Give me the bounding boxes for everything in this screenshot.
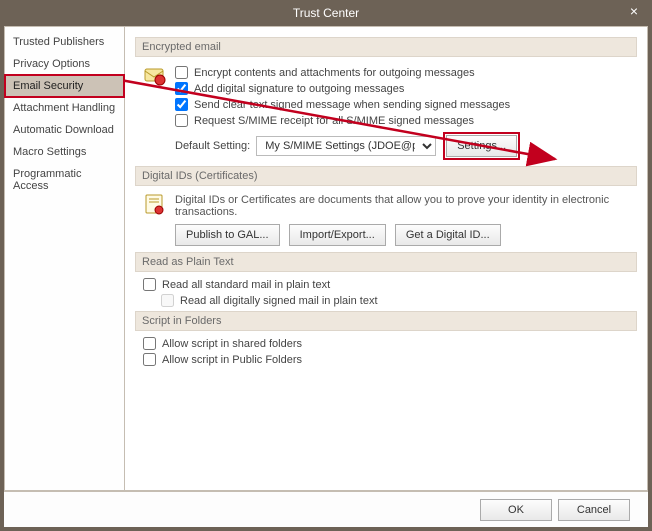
checkbox-encrypt[interactable]: [175, 66, 188, 79]
ok-button[interactable]: OK: [480, 499, 552, 521]
sidebar-item-trusted-publishers[interactable]: Trusted Publishers: [5, 31, 124, 53]
checkbox-script-shared[interactable]: [143, 337, 156, 350]
group-read-plain-text: Read as Plain Text: [135, 252, 637, 272]
dialog-body: Trusted Publishers Privacy Options Email…: [4, 26, 648, 527]
label-encrypt: Encrypt contents and attachments for out…: [194, 67, 475, 79]
sidebar-item-privacy-options[interactable]: Privacy Options: [5, 53, 124, 75]
group-encrypted-email: Encrypted email: [135, 37, 637, 57]
label-cleartext: Send clear text signed message when send…: [194, 99, 510, 111]
checkbox-sign[interactable]: [175, 82, 188, 95]
get-digital-id-button[interactable]: Get a Digital ID...: [395, 224, 501, 246]
certificate-icon: [143, 192, 167, 216]
checkbox-receipt[interactable]: [175, 114, 188, 127]
checkbox-read-standard-plain[interactable]: [143, 278, 156, 291]
group-digital-ids: Digital IDs (Certificates): [135, 166, 637, 186]
dialog-footer: OK Cancel: [4, 491, 648, 527]
sidebar-item-automatic-download[interactable]: Automatic Download: [5, 119, 124, 141]
sidebar-item-programmatic-access[interactable]: Programmatic Access: [5, 163, 124, 197]
sidebar-item-email-security[interactable]: Email Security: [5, 75, 124, 97]
main-panel: Encrypted email Encrypt contents and att…: [125, 27, 647, 490]
label-script-public: Allow script in Public Folders: [162, 354, 302, 366]
sidebar-item-macro-settings[interactable]: Macro Settings: [5, 141, 124, 163]
import-export-button[interactable]: Import/Export...: [289, 224, 386, 246]
default-setting-label: Default Setting:: [175, 140, 250, 152]
publish-gal-button[interactable]: Publish to GAL...: [175, 224, 280, 246]
label-script-shared: Allow script in shared folders: [162, 338, 302, 350]
digital-ids-desc: Digital IDs or Certificates are document…: [175, 192, 637, 218]
label-read-standard-plain: Read all standard mail in plain text: [162, 279, 330, 291]
cancel-button[interactable]: Cancel: [558, 499, 630, 521]
checkbox-script-public[interactable]: [143, 353, 156, 366]
title-bar: Trust Center ×: [0, 0, 652, 26]
label-receipt: Request S/MIME receipt for all S/MIME si…: [194, 115, 474, 127]
label-sign: Add digital signature to outgoing messag…: [194, 83, 404, 95]
sidebar-item-attachment-handling[interactable]: Attachment Handling: [5, 97, 124, 119]
label-read-signed-plain: Read all digitally signed mail in plain …: [180, 295, 378, 307]
sidebar: Trusted Publishers Privacy Options Email…: [5, 27, 125, 490]
group-script-folders: Script in Folders: [135, 311, 637, 331]
settings-button[interactable]: Settings...: [446, 135, 517, 157]
lock-mail-icon: [143, 63, 167, 87]
default-setting-combo[interactable]: My S/MIME Settings (JDOE@pitt.edu): [256, 136, 436, 156]
close-icon[interactable]: ×: [626, 4, 642, 20]
checkbox-read-signed-plain: [161, 294, 174, 307]
window-title: Trust Center: [293, 6, 359, 20]
checkbox-cleartext[interactable]: [175, 98, 188, 111]
